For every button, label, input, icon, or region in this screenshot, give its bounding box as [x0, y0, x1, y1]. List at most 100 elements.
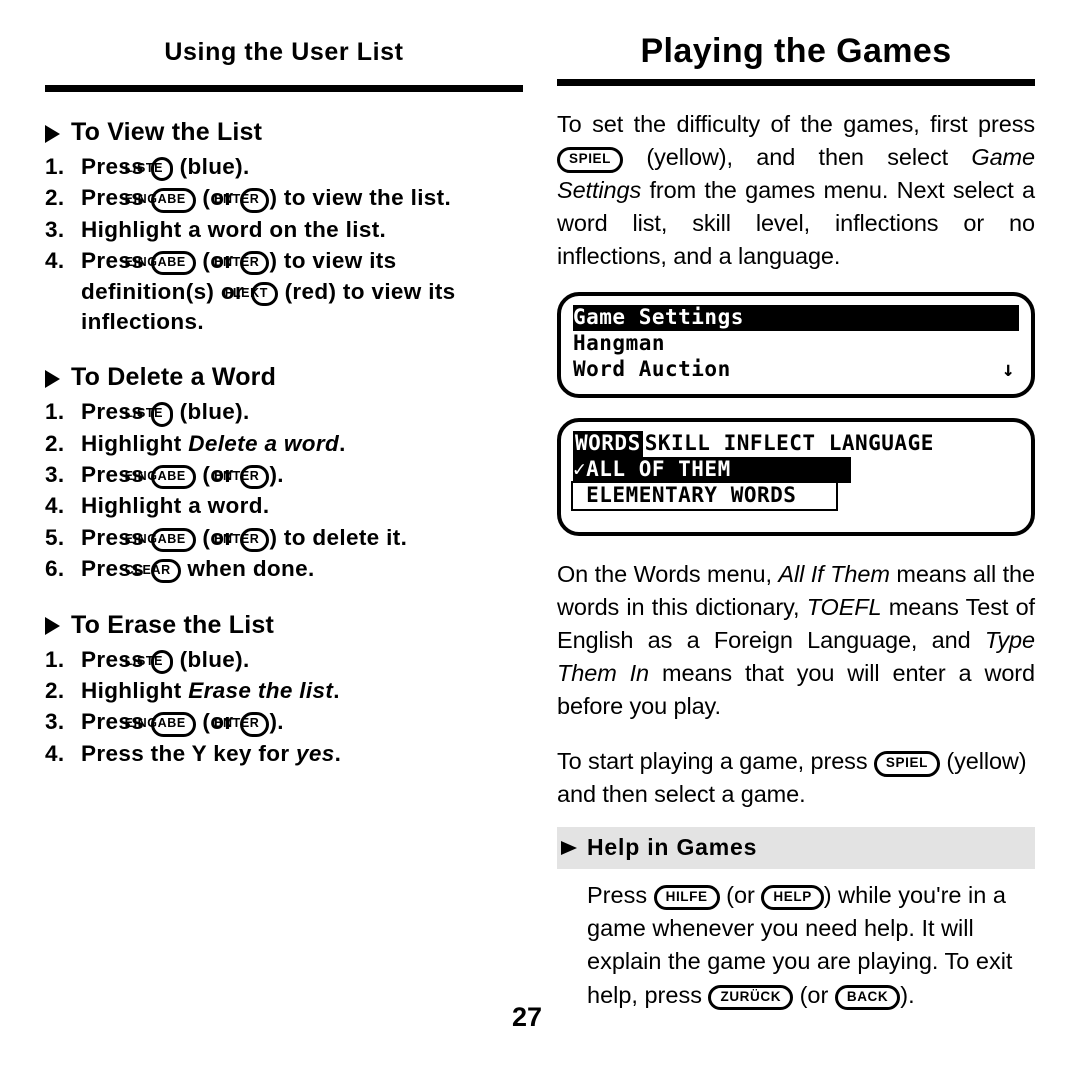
menu-item[interactable]: Game Settings	[573, 305, 1019, 332]
key-spiel: SPIEL	[873, 750, 940, 777]
section-heading: To Erase the List	[45, 611, 523, 640]
triangle-right-icon	[45, 369, 60, 388]
step-number: 4.	[45, 740, 65, 766]
step-number: 2.	[45, 185, 65, 211]
list-item: 1. Press LISTE (blue).	[45, 645, 523, 675]
key-eingabe: EINGABE	[125, 251, 196, 276]
step-number: 2.	[45, 677, 65, 703]
list-item: 5.Press EINGABE (or ENTER) to delete it.	[45, 523, 523, 553]
manual-page: Using the User List To View the List 1. Pr…	[0, 0, 1080, 1080]
triangle-right-icon	[45, 124, 60, 143]
subsection-heading: Help in Games	[561, 834, 1035, 861]
left-column: Using the User List To View the List 1. Pr…	[45, 0, 523, 770]
left-sections: To View the List 1. Press LISTE (blue). 2. P…	[45, 118, 523, 769]
key-liste: LISTE	[125, 402, 174, 427]
list-item: 3.Press EINGABE (or ENTER).	[45, 460, 523, 490]
game-menu-screen: Game Settings Hangman Word Auction ↓	[557, 292, 1035, 399]
menu-option[interactable]: ELEMENTARY WORDS	[570, 481, 839, 512]
key-flekt: FLEKT	[225, 281, 278, 306]
step-number: 1.	[45, 646, 65, 672]
emphasis-text: Erase the list	[188, 677, 334, 703]
emphasis-text: TOEFL	[806, 594, 882, 621]
menu-item-label: Game Settings	[573, 305, 744, 330]
section-heading-label: To Delete a Word	[71, 363, 277, 392]
menu-item[interactable]: Hangman	[573, 331, 1019, 357]
list-item: 2.Press EINGABE (or ENTER) to view the l…	[45, 183, 523, 213]
list-item: 3.Press EINGABE (or ENTER).	[45, 707, 523, 737]
section-heading-label: To View the List	[71, 118, 263, 146]
step-number: 3.	[45, 216, 65, 242]
emphasis-text: All If Them	[778, 561, 890, 588]
list-item: 1. Press LISTE (blue).	[45, 397, 523, 427]
key-enter: ENTER	[214, 251, 270, 276]
list-item: 6. Press CLEAR when done.	[45, 554, 523, 584]
key-liste: LISTE	[125, 157, 174, 182]
section-heading-label: To Erase the List	[71, 610, 274, 639]
lcd-blank-line	[573, 509, 1019, 521]
emphasis-text: Type Them In	[557, 627, 1035, 687]
step-number: 4.	[45, 493, 65, 519]
key-eingabe: EINGABE	[125, 712, 196, 737]
key-spiel: SPIEL	[557, 146, 624, 173]
step-list: 1. Press LISTE (blue). 2. Highlight Erase t…	[45, 645, 523, 770]
game-menu-screen-content: Game Settings Hangman Word Auction ↓	[573, 305, 1019, 383]
list-item: 4.Press EINGABE (or ENTER) to view its d…	[45, 248, 456, 334]
start-game-paragraph: To start playing a game, press SPIEL (ye…	[557, 747, 1027, 807]
step-number: 1.	[45, 154, 65, 179]
list-item: 4. Highlight a word.	[45, 491, 523, 521]
key-enter: ENTER	[214, 712, 270, 737]
list-item: 3. Highlight a word on the list.	[45, 215, 523, 245]
key-help: HELP	[761, 884, 824, 911]
key-enter: ENTER	[214, 188, 270, 213]
key-enter: ENTER	[214, 465, 270, 490]
menu-item[interactable]: Word Auction ↓	[573, 357, 1019, 383]
help-in-games-band: Help in Games	[557, 826, 1035, 869]
key-clear: CLEAR	[125, 559, 181, 584]
emphasis-text: Delete a word	[188, 430, 340, 456]
emphasis-text: yes	[296, 740, 335, 766]
menu-option-row: ELEMENTARY WORDS	[570, 481, 1019, 512]
step-number: 1.	[45, 399, 65, 425]
list-item: 2. Highlight Erase the list.	[45, 676, 523, 706]
help-paragraph: Press HILFE (or HELP) while you're in a …	[587, 879, 1035, 1012]
step-number: 3.	[45, 462, 65, 487]
step-number: 6.	[45, 556, 65, 582]
page-number: 27	[512, 1002, 543, 1032]
key-eingabe: EINGABE	[125, 527, 196, 552]
emphasis-text: Game Settings	[557, 143, 1035, 203]
arrow-right-icon	[561, 841, 577, 856]
menu-option-row: ✓ALL OF THEM	[573, 457, 1019, 484]
key-eingabe: EINGABE	[125, 465, 196, 490]
header-rule-right	[557, 79, 1035, 86]
scroll-down-icon[interactable]: ↓	[1002, 357, 1015, 382]
list-item: 1. Press LISTE (blue).	[45, 152, 523, 182]
page-title: Playing the Games	[640, 32, 952, 70]
running-head: Using the User List	[164, 38, 404, 66]
subsection-heading-label: Help in Games	[587, 833, 758, 860]
section-heading: To View the List	[45, 118, 523, 147]
menu-tab-skill[interactable]: SKILL INFLECT LANGUAGE	[642, 431, 1019, 458]
key-eingabe: EINGABE	[125, 188, 196, 213]
key-enter: ENTER	[214, 527, 270, 552]
triangle-right-icon	[45, 617, 60, 635]
header-rule-left	[45, 85, 523, 92]
menu-option[interactable]: ✓ALL OF THEM	[573, 457, 851, 484]
menu-tab-bar: WORDS SKILL INFLECT LANGUAGE	[573, 431, 1019, 458]
step-list: 1.Press LISTE (blue).2.Press EINGABE (or…	[45, 152, 523, 337]
step-number: 2.	[45, 430, 65, 456]
words-menu-screen-content: WORDS SKILL INFLECT LANGUAGE ✓ALL OF THEM …	[570, 431, 1019, 521]
list-item: 4. Press the Y key for yes.	[45, 739, 523, 769]
step-list: 1. Press LISTE (blue). 2. Highlight Delete …	[45, 397, 523, 584]
step-number: 3.	[45, 709, 65, 735]
section-heading: To Delete a Word	[45, 363, 523, 392]
step-number: 4.	[45, 248, 65, 274]
words-menu-paragraph: On the Words menu, All If Them means all…	[557, 561, 1036, 720]
step-number: 5.	[45, 524, 65, 550]
menu-tab-words[interactable]: WORDS	[573, 431, 643, 458]
key-zur-ck: ZURÜCK	[708, 984, 794, 1011]
key-back: BACK	[834, 984, 901, 1011]
key-hilfe: HILFE	[653, 884, 720, 911]
list-item: 2. Highlight Delete a word.	[45, 429, 523, 459]
words-menu-screen: WORDS SKILL INFLECT LANGUAGE ✓ALL OF THEM …	[557, 418, 1035, 537]
key-liste: LISTE	[125, 649, 174, 674]
